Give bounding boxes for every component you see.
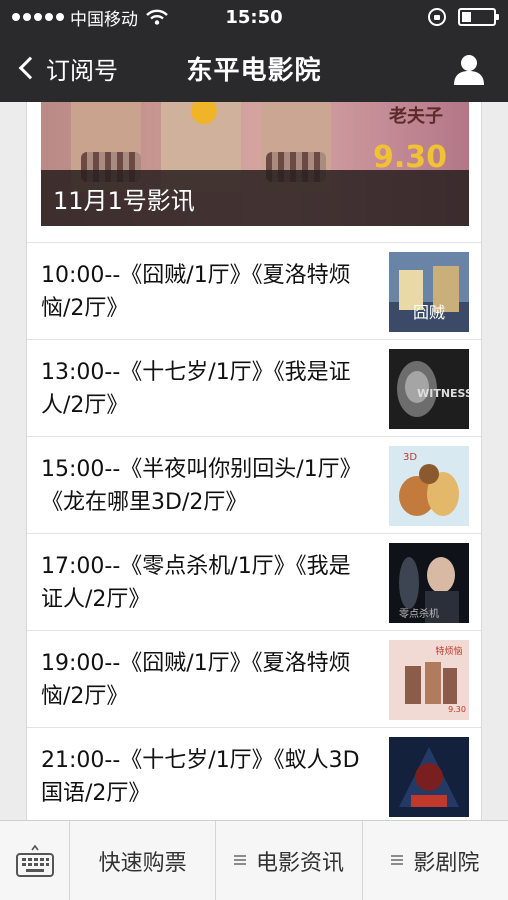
menu-theater[interactable]: 影剧院 — [363, 821, 508, 900]
svg-text:特烦恼: 特烦恼 — [435, 645, 462, 657]
hero-banner[interactable]: 老夫子 9.30 11月1号影讯 — [41, 102, 469, 226]
menu-quick-ticket[interactable]: 快速购票 — [70, 821, 217, 900]
menu-label: 影剧院 — [413, 850, 480, 876]
schedule-item-1500[interactable]: 15:00--《半夜叫你别回头/1厅》《龙在哪里3D/2厅》 3D — [27, 436, 481, 533]
poster-thumbnail: 特烦恼 9.30 — [389, 640, 469, 720]
poster-thumbnail — [389, 737, 469, 817]
schedule-text: 19:00--《囧贼/1厅》《夏洛特烦恼/2厅》 — [41, 651, 351, 709]
battery-icon — [458, 8, 499, 26]
profile-icon[interactable] — [452, 52, 486, 86]
schedule-list: 10:00--《囧贼/1厅》《夏洛特烦恼/2厅》 囧贼 13:00--《十七岁/… — [27, 242, 481, 822]
status-bar: 中国移动 15:50 — [0, 0, 508, 34]
schedule-item-1000[interactable]: 10:00--《囧贼/1厅》《夏洛特烦恼/2厅》 囧贼 — [27, 242, 481, 339]
wifi-icon — [146, 9, 168, 25]
poster-thumbnail: WITNESS — [389, 349, 469, 429]
chevron-left-icon — [18, 56, 42, 80]
svg-text:零点杀机: 零点杀机 — [399, 607, 439, 620]
rotation-lock-icon — [428, 8, 446, 26]
menu-movie-news[interactable]: 电影资讯 — [216, 821, 363, 900]
schedule-item-1300[interactable]: 13:00--《十七岁/1厅》《我是证人/2厅》 WITNESS — [27, 339, 481, 436]
svg-text:9.30: 9.30 — [448, 705, 466, 714]
keyboard-icon — [15, 844, 54, 877]
hero-caption: 11月1号影讯 — [41, 170, 469, 226]
schedule-item-1900[interactable]: 19:00--《囧贼/1厅》《夏洛特烦恼/2厅》 特烦恼 9.30 — [27, 630, 481, 727]
poster-thumbnail: 3D — [389, 446, 469, 526]
poster-thumbnail: 囧贼 — [389, 252, 469, 332]
schedule-item-1700[interactable]: 17:00--《零点杀机/1厅》《我是证人/2厅》 零点杀机 — [27, 533, 481, 630]
nav-bar: 订阅号 东平电影院 — [0, 34, 508, 102]
menu-list-icon — [391, 855, 404, 866]
carrier-label: 中国移动 — [70, 9, 138, 30]
back-button[interactable]: 订阅号 — [0, 34, 118, 102]
schedule-text: 21:00--《十七岁/1厅》《蚁人3D国语/2厅》 — [41, 748, 360, 806]
menu-label: 快速购票 — [98, 850, 187, 876]
svg-text:WITNESS: WITNESS — [417, 387, 469, 400]
menu-list-icon — [233, 855, 246, 866]
article-content: 老夫子 9.30 11月1号影讯 10:00--《囧贼/1厅》《夏洛特烦恼/2厅… — [26, 102, 482, 822]
top-bar: 中国移动 15:50 订阅号 东平电影院 — [0, 0, 508, 102]
svg-text:3D: 3D — [403, 452, 417, 463]
menu-label: 电影资讯 — [255, 850, 344, 876]
schedule-text: 10:00--《囧贼/1厅》《夏洛特烦恼/2厅》 — [41, 263, 351, 321]
schedule-text: 17:00--《零点杀机/1厅》《我是证人/2厅》 — [41, 554, 351, 612]
poster-tag: 老夫子 — [389, 106, 443, 127]
schedule-text: 15:00--《半夜叫你别回头/1厅》《龙在哪里3D/2厅》 — [41, 457, 362, 515]
schedule-text: 13:00--《十七岁/1厅》《我是证人/2厅》 — [41, 360, 351, 418]
svg-text:囧贼: 囧贼 — [413, 303, 445, 322]
poster-thumbnail: 零点杀机 — [389, 543, 469, 623]
signal-icon — [12, 13, 64, 21]
bottom-menu: 快速购票 电影资讯 影剧院 — [0, 820, 508, 900]
schedule-item-2100[interactable]: 21:00--《十七岁/1厅》《蚁人3D国语/2厅》 — [27, 727, 481, 822]
keyboard-toggle-button[interactable] — [0, 821, 70, 900]
back-label: 订阅号 — [46, 56, 118, 85]
